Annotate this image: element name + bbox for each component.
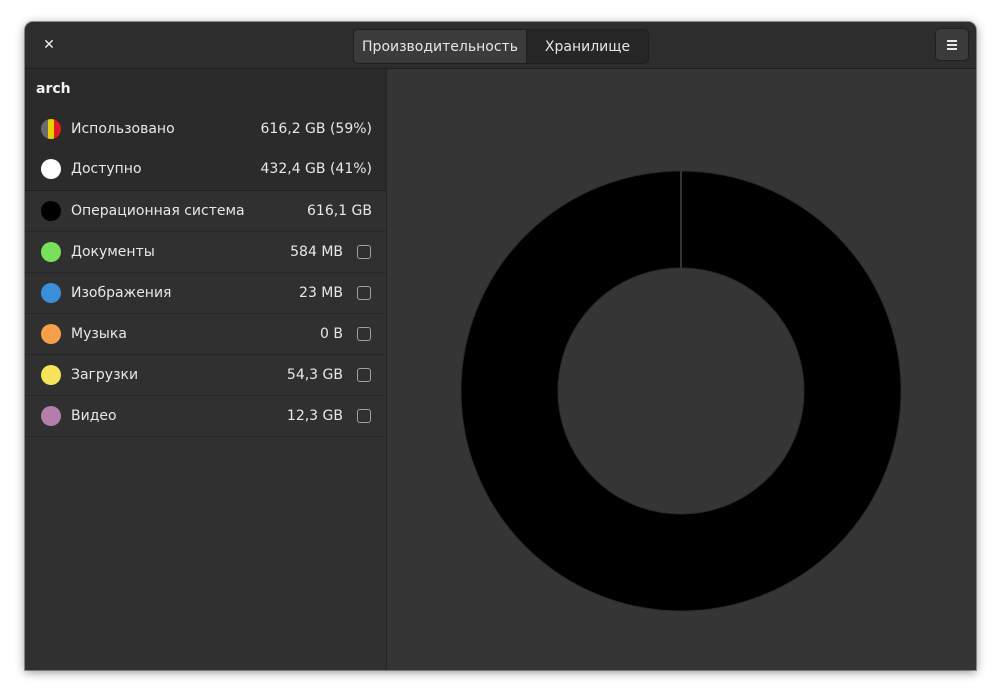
device-summary: arch Использовано 616,2 GB (59%) Доступн… (25, 69, 386, 191)
view-switcher: Производительность Хранилище (353, 29, 649, 64)
category-value: 23 MB (299, 285, 343, 301)
pictures-color-icon (41, 283, 61, 303)
used-row: Использовано 616,2 GB (59%) (25, 109, 386, 149)
category-label: Изображения (71, 285, 172, 301)
app-window: ✕ Производительность Хранилище arch Испо… (25, 22, 976, 670)
storage-sidebar: arch Использовано 616,2 GB (59%) Доступн… (25, 69, 387, 670)
available-row: Доступно 432,4 GB (41%) (25, 149, 386, 189)
music-checkbox[interactable] (357, 327, 371, 341)
used-value: 616,2 GB (59%) (260, 121, 372, 137)
videos-color-icon (41, 406, 61, 426)
category-row-documents[interactable]: Документы 584 MB (25, 232, 386, 273)
category-value: 616,1 GB (307, 203, 372, 219)
used-label: Использовано (71, 121, 175, 137)
category-row-os[interactable]: Операционная система 616,1 GB (25, 191, 386, 232)
category-row-pictures[interactable]: Изображения 23 MB (25, 273, 386, 314)
device-name: arch (36, 81, 71, 97)
storage-ring-chart (460, 170, 902, 612)
category-value: 12,3 GB (286, 408, 343, 424)
category-value: 54,3 GB (286, 367, 343, 383)
tab-storage[interactable]: Хранилище (527, 30, 648, 63)
videos-checkbox[interactable] (357, 409, 371, 423)
used-pie-icon (41, 119, 61, 139)
tab-storage-label: Хранилище (544, 38, 631, 55)
tab-performance-label: Производительность (362, 38, 518, 55)
category-row-music[interactable]: Музыка 0 B (25, 314, 386, 355)
category-label: Загрузки (71, 367, 139, 383)
header-bar: ✕ Производительность Хранилище (25, 22, 976, 69)
category-label: Видео (71, 408, 117, 424)
main-menu-button[interactable] (935, 28, 969, 61)
downloads-checkbox[interactable] (357, 368, 371, 382)
category-value: 584 MB (290, 244, 343, 260)
category-row-videos[interactable]: Видео 12,3 GB (25, 396, 386, 437)
available-value: 432,4 GB (41%) (260, 161, 372, 177)
music-color-icon (41, 324, 61, 344)
category-label: Музыка (71, 326, 127, 342)
pictures-checkbox[interactable] (357, 286, 371, 300)
available-label: Доступно (71, 161, 142, 177)
category-row-downloads[interactable]: Загрузки 54,3 GB (25, 355, 386, 396)
close-icon: ✕ (43, 37, 55, 53)
category-label: Операционная система (71, 203, 245, 219)
tab-performance[interactable]: Производительность (354, 30, 527, 63)
documents-color-icon (41, 242, 61, 262)
documents-checkbox[interactable] (357, 245, 371, 259)
hamburger-menu-icon (947, 40, 957, 50)
category-label: Документы (71, 244, 155, 260)
category-value: 0 B (320, 326, 343, 342)
available-color-icon (41, 159, 61, 179)
os-color-icon (41, 201, 61, 221)
storage-ring-chart-area (387, 69, 976, 670)
ring-center (557, 267, 805, 515)
close-button[interactable]: ✕ (35, 31, 63, 59)
category-list: Операционная система 616,1 GB Документы … (25, 191, 386, 437)
downloads-color-icon (41, 365, 61, 385)
